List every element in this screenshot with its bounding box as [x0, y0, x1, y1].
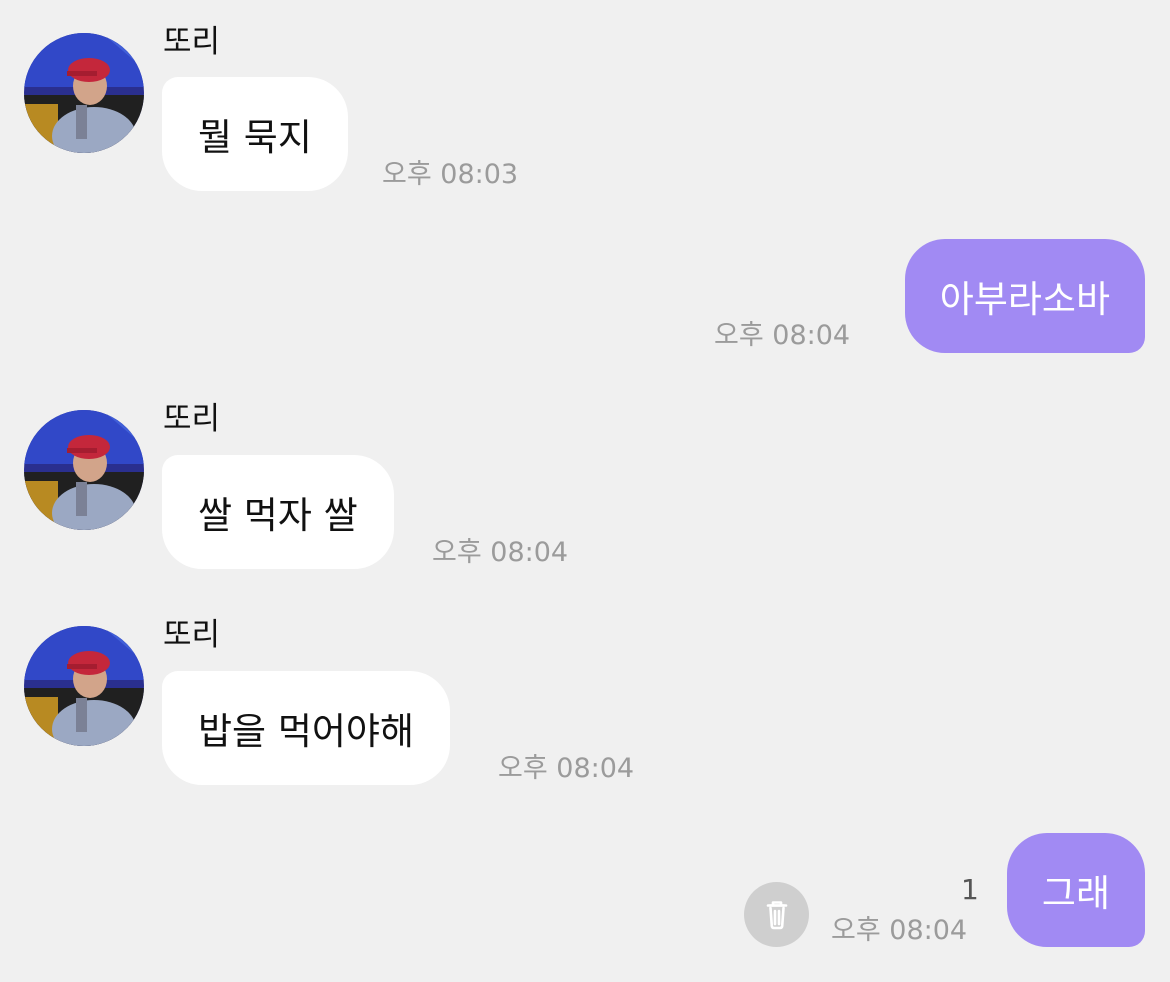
- incoming-message-bubble[interactable]: 쌀 먹자 쌀: [162, 455, 394, 569]
- avatar-photo: [24, 410, 144, 530]
- trash-icon: [766, 900, 787, 929]
- delete-message-button[interactable]: [744, 882, 809, 947]
- avatar-photo: [24, 626, 144, 746]
- message-timestamp: 오후 08:04: [498, 753, 635, 784]
- incoming-message-bubble[interactable]: 밥을 먹어야해: [162, 671, 451, 785]
- unread-count: 1: [961, 873, 979, 906]
- outgoing-message-bubble[interactable]: 아부라소바: [904, 239, 1145, 353]
- sender-avatar[interactable]: [24, 410, 144, 530]
- sender-avatar[interactable]: [24, 33, 144, 153]
- sender-name: 또리: [163, 401, 221, 437]
- sender-name: 또리: [163, 617, 221, 653]
- message-timestamp: 오후 08:03: [382, 159, 519, 190]
- message-timestamp: 오후 08:04: [831, 915, 968, 946]
- message-timestamp: 오후 08:04: [432, 537, 569, 568]
- sender-name: 또리: [163, 24, 221, 60]
- outgoing-message-bubble[interactable]: 그래: [1006, 833, 1145, 947]
- avatar-photo: [24, 33, 144, 153]
- sender-avatar[interactable]: [24, 626, 144, 746]
- incoming-message-bubble[interactable]: 뭘 묵지: [162, 77, 348, 191]
- message-timestamp: 오후 08:04: [714, 320, 851, 351]
